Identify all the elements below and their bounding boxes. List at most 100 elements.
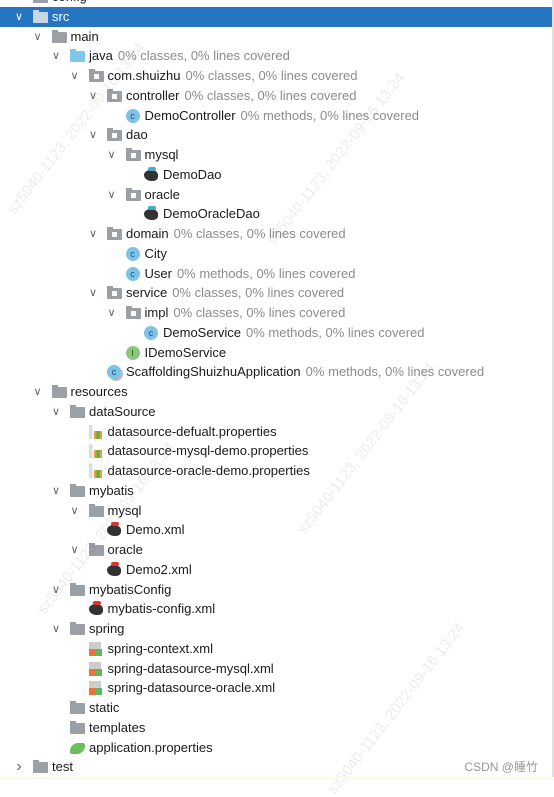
tree-node[interactable]: ∨ mybatis	[0, 481, 552, 501]
folder-icon	[70, 404, 85, 418]
tree-node[interactable]: datasource-mysql-demo.properties	[0, 441, 552, 461]
tree-node[interactable]: ∨ src	[0, 6, 552, 27]
chevron-down-icon[interactable]: ∨	[86, 224, 100, 244]
chevron-down-icon[interactable]: ∨	[49, 619, 63, 639]
tree-node-label: City	[145, 244, 167, 264]
tree-node[interactable]: Demo2.xml	[0, 560, 552, 580]
tree-node[interactable]: c User 0% methods, 0% lines covered	[0, 264, 552, 284]
tree-node[interactable]: ∨ controller 0% classes, 0% lines covered	[0, 86, 552, 106]
tree-node-label: Demo.xml	[126, 520, 185, 540]
chevron-down-icon[interactable]: ∨	[105, 303, 119, 323]
chevron-down-icon[interactable]: ∨	[105, 145, 119, 165]
tree-node[interactable]: static	[0, 698, 552, 718]
tree-node-label: spring-context.xml	[108, 639, 213, 659]
node-name: dao	[126, 127, 148, 143]
tree-node[interactable]: ∨ com.shuizhu 0% classes, 0% lines covered	[0, 66, 552, 86]
class-icon: c	[144, 325, 158, 340]
chevron-down-icon[interactable]: ∨	[86, 283, 100, 303]
tree-node[interactable]: ∨ impl 0% classes, 0% lines covered	[0, 303, 552, 323]
node-name: dataSource	[89, 403, 156, 419]
tree-node[interactable]: c DemoService 0% methods, 0% lines covered	[0, 323, 552, 343]
tree-node[interactable]: c ScaffoldingShuizhuApplication 0% methods…	[0, 362, 552, 382]
node-name: mybatisConfig	[89, 581, 172, 597]
tree-node[interactable]: I IDemoService	[0, 343, 552, 363]
tree-node[interactable]: ∨ service 0% classes, 0% lines covered	[0, 283, 552, 303]
tree-node[interactable]: ∨ mysql	[0, 501, 552, 521]
tree-node[interactable]: templates	[0, 718, 552, 738]
node-name: com.shuizhu	[107, 68, 181, 83]
tree-node[interactable]: ∨ domain 0% classes, 0% lines covered	[0, 224, 552, 244]
node-name: mysql	[107, 502, 142, 518]
folder-icon	[70, 720, 85, 734]
node-name: User	[144, 265, 172, 281]
tree-node[interactable]: datasource-defualt.properties	[0, 422, 552, 442]
package-icon	[107, 227, 122, 240]
chevron-down-icon[interactable]: ∨	[49, 481, 63, 501]
chevron-right-icon[interactable]: ›	[12, 757, 26, 777]
spring-xml-icon	[88, 681, 102, 696]
tree-node-label: oracle	[145, 185, 180, 205]
tree-node-label: DemoController 0% methods, 0% lines cover…	[145, 106, 420, 126]
coverage-text: 0% classes, 0% lines covered	[185, 68, 358, 83]
tree-node-label: mysql	[108, 501, 142, 521]
node-name: domain	[126, 226, 169, 241]
node-name: static	[89, 700, 120, 715]
chevron-down-icon[interactable]: ∨	[49, 580, 63, 600]
tree-node-label: controller 0% classes, 0% lines covered	[126, 86, 356, 106]
chevron-down-icon[interactable]: ∨	[68, 540, 82, 560]
mybatis-mapper-icon	[144, 206, 158, 221]
coverage-text: 0% classes, 0% lines covered	[172, 285, 345, 301]
tree-node[interactable]: ∨ dataSource	[0, 402, 552, 422]
node-name: service	[126, 285, 168, 301]
tree-node[interactable]: spring-datasource-mysql.xml	[0, 659, 552, 679]
tree-node[interactable]: ∨ spring	[0, 619, 552, 639]
tree-node[interactable]: ∨ main	[0, 27, 552, 47]
chevron-down-icon[interactable]: ∨	[31, 382, 45, 402]
node-name: mybatis	[89, 482, 134, 498]
tree-node[interactable]: spring-context.xml	[0, 639, 552, 659]
tree-node[interactable]: ∨ mysql	[0, 145, 552, 165]
tree-node[interactable]: ∨ resources	[0, 382, 552, 402]
tree-node[interactable]: mybatis-config.xml	[0, 599, 552, 619]
tree-node[interactable]: c City	[0, 244, 552, 264]
mybatis-xml-icon	[88, 601, 103, 616]
tree-node[interactable]: DemoOracleDao	[0, 204, 552, 224]
tree-node[interactable]: ∨ mybatisConfig	[0, 580, 552, 600]
tree-node-label: mybatisConfig	[89, 580, 171, 600]
chevron-down-icon[interactable]: ∨	[49, 402, 63, 422]
tree-node-label: datasource-defualt.properties	[108, 422, 277, 442]
tree-node-label: User 0% methods, 0% lines covered	[145, 264, 356, 284]
tree-node[interactable]: ∨ dao	[0, 125, 552, 145]
node-name: oracle	[107, 542, 143, 557]
chevron-down-icon[interactable]: ∨	[86, 86, 100, 106]
node-name: application.properties	[89, 739, 213, 755]
folder-icon	[70, 701, 85, 714]
tree-node[interactable]: Demo.xml	[0, 520, 552, 540]
tree-node[interactable]: c DemoController 0% methods, 0% lines cove…	[0, 106, 552, 126]
tree-node[interactable]: datasource-oracle-demo.properties	[0, 461, 552, 481]
node-name: mysql	[144, 147, 179, 162]
tree-node-label: mybatis-config.xml	[108, 599, 216, 619]
node-name: spring-datasource-mysql.xml	[107, 660, 274, 676]
chevron-down-icon[interactable]: ∨	[68, 501, 82, 521]
spring-boot-class-icon: c	[107, 365, 121, 380]
tree-node[interactable]: DemoDao	[0, 165, 552, 185]
chevron-down-icon[interactable]: ∨	[105, 185, 119, 205]
chevron-down-icon[interactable]: ∨	[49, 46, 63, 66]
chevron-down-icon[interactable]: ∨	[12, 7, 26, 27]
coverage-text: 0% methods, 0% lines covered	[246, 324, 425, 340]
tree-node[interactable]: ∨ oracle	[0, 540, 552, 560]
chevron-down-icon[interactable]: ∨	[31, 27, 45, 47]
node-name: ScaffoldingShuizhuApplication	[126, 364, 301, 380]
tree-node-label: main	[71, 27, 99, 47]
coverage-text: 0% methods, 0% lines covered	[305, 364, 485, 380]
tree-node[interactable]: ∨ oracle	[0, 185, 552, 205]
package-icon	[125, 187, 141, 201]
chevron-down-icon[interactable]: ∨	[86, 125, 100, 145]
tree-node[interactable]: spring-datasource-oracle.xml	[0, 678, 552, 698]
tree-node[interactable]: ∨ java 0% classes, 0% lines covered	[0, 46, 552, 66]
chevron-down-icon[interactable]: ∨	[68, 66, 82, 86]
tree-node[interactable]: application.properties	[0, 738, 552, 758]
folder-icon	[88, 503, 104, 517]
tree-node-label: dao	[126, 125, 148, 145]
